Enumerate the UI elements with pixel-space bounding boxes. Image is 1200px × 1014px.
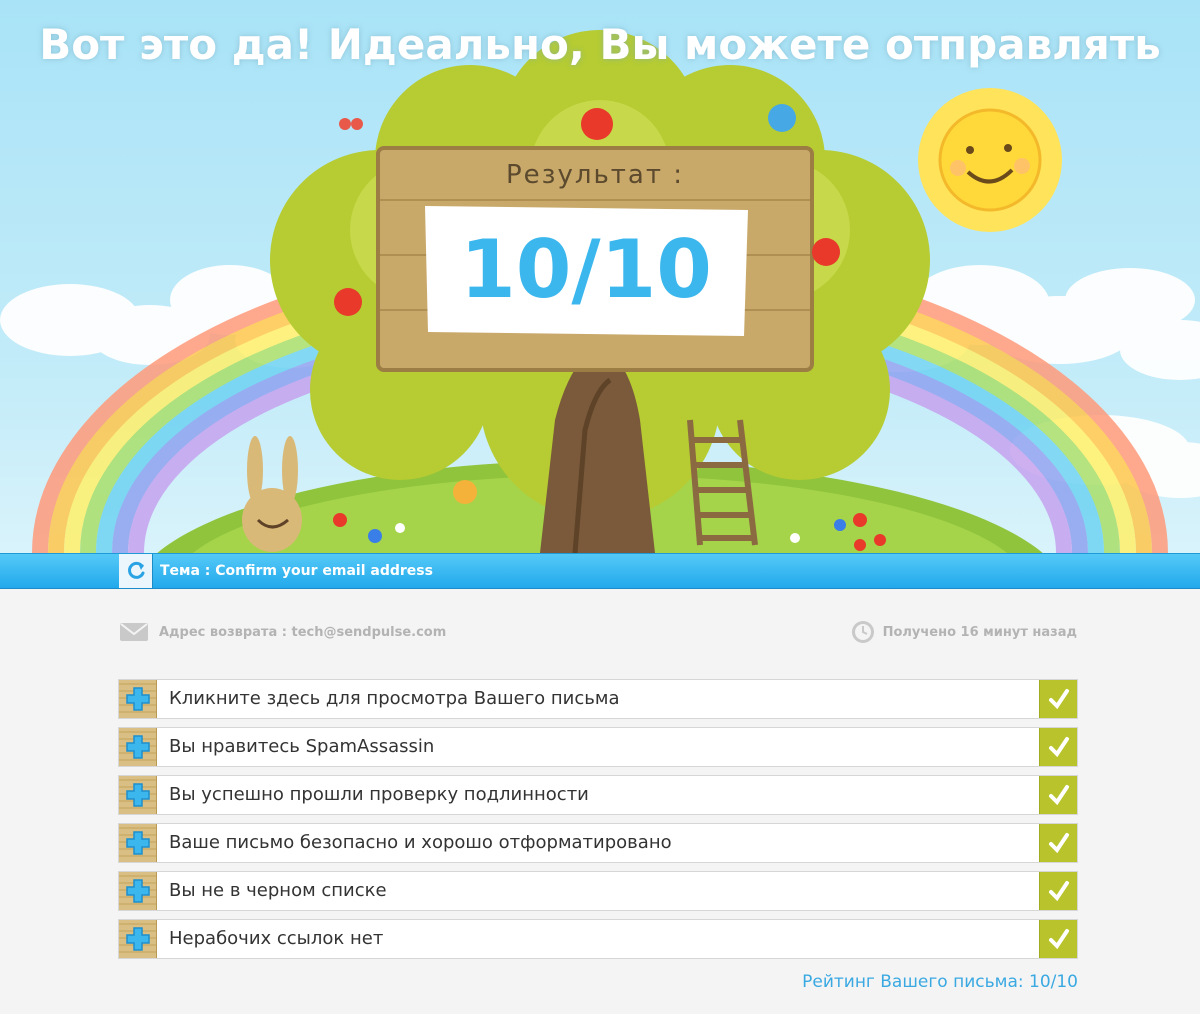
- check-list: Кликните здесь для просмотра Вашего пись…: [118, 679, 1078, 967]
- status-passed: [1039, 680, 1077, 718]
- check-row-formatting[interactable]: Ваше письмо безопасно и хорошо отформати…: [118, 823, 1078, 863]
- expand-button[interactable]: [119, 776, 157, 814]
- check-row-blacklist[interactable]: Вы не в черном списке: [118, 871, 1078, 911]
- clock-icon: [851, 621, 874, 643]
- checkmark-icon: [1048, 737, 1069, 758]
- received-time-text: Получено 16 минут назад: [882, 624, 1077, 640]
- plus-icon: [125, 927, 150, 951]
- email-rating: Рейтинг Вашего письма: 10/10: [802, 972, 1078, 992]
- status-passed: [1039, 776, 1077, 814]
- plus-icon: [125, 783, 150, 807]
- expand-button[interactable]: [119, 920, 157, 958]
- refresh-icon: [127, 561, 144, 579]
- received-time: Получено 16 минут назад: [851, 618, 1077, 646]
- plus-icon: [125, 735, 150, 759]
- check-label: Вы нравитесь SpamAssassin: [169, 736, 435, 757]
- checkmark-icon: [1048, 929, 1069, 950]
- check-label: Ваше письмо безопасно и хорошо отформати…: [169, 832, 672, 853]
- check-label: Вы не в черном списке: [169, 880, 387, 901]
- status-passed: [1039, 920, 1077, 958]
- subject-text: Тема : Confirm your email address: [160, 563, 433, 579]
- expand-button[interactable]: [119, 728, 157, 766]
- checkmark-icon: [1048, 833, 1069, 854]
- score-value: 10/10: [460, 223, 712, 316]
- plus-icon: [125, 687, 150, 711]
- expand-button[interactable]: [119, 824, 157, 862]
- plus-icon: [125, 879, 150, 903]
- check-row-authentication[interactable]: Вы успешно прошли проверку подлинности: [118, 775, 1078, 815]
- checkmark-icon: [1048, 881, 1069, 902]
- checkmark-icon: [1048, 785, 1069, 806]
- check-label: Вы успешно прошли проверку подлинности: [169, 784, 589, 805]
- return-address-text: Адрес возврата : tech@sendpulse.com: [159, 624, 447, 640]
- checkmark-icon: [1048, 689, 1069, 710]
- hero-banner: Вот это да! Идеально, Вы можете отправля…: [0, 0, 1200, 553]
- status-passed: [1039, 728, 1077, 766]
- envelope-icon: [120, 623, 148, 641]
- score-label: Результат :: [505, 160, 685, 190]
- plus-icon: [125, 831, 150, 855]
- expand-button[interactable]: [119, 872, 157, 910]
- check-label: Кликните здесь для просмотра Вашего пись…: [169, 688, 620, 709]
- subject-bar: Тема : Confirm your email address: [0, 553, 1200, 589]
- check-row-spamassassin[interactable]: Вы нравитесь SpamAssassin: [118, 727, 1078, 767]
- check-label: Нерабочих ссылок нет: [169, 928, 384, 949]
- hero-title: Вот это да! Идеально, Вы можете отправля…: [39, 20, 1161, 69]
- refresh-button[interactable]: [119, 554, 153, 588]
- status-passed: [1039, 872, 1077, 910]
- expand-button[interactable]: [119, 680, 157, 718]
- meta-row: Адрес возврата : tech@sendpulse.com Полу…: [119, 618, 1077, 646]
- status-passed: [1039, 824, 1077, 862]
- check-row-view-email[interactable]: Кликните здесь для просмотра Вашего пись…: [118, 679, 1078, 719]
- return-address: Адрес возврата : tech@sendpulse.com: [119, 618, 446, 646]
- check-row-broken-links[interactable]: Нерабочих ссылок нет: [118, 919, 1078, 959]
